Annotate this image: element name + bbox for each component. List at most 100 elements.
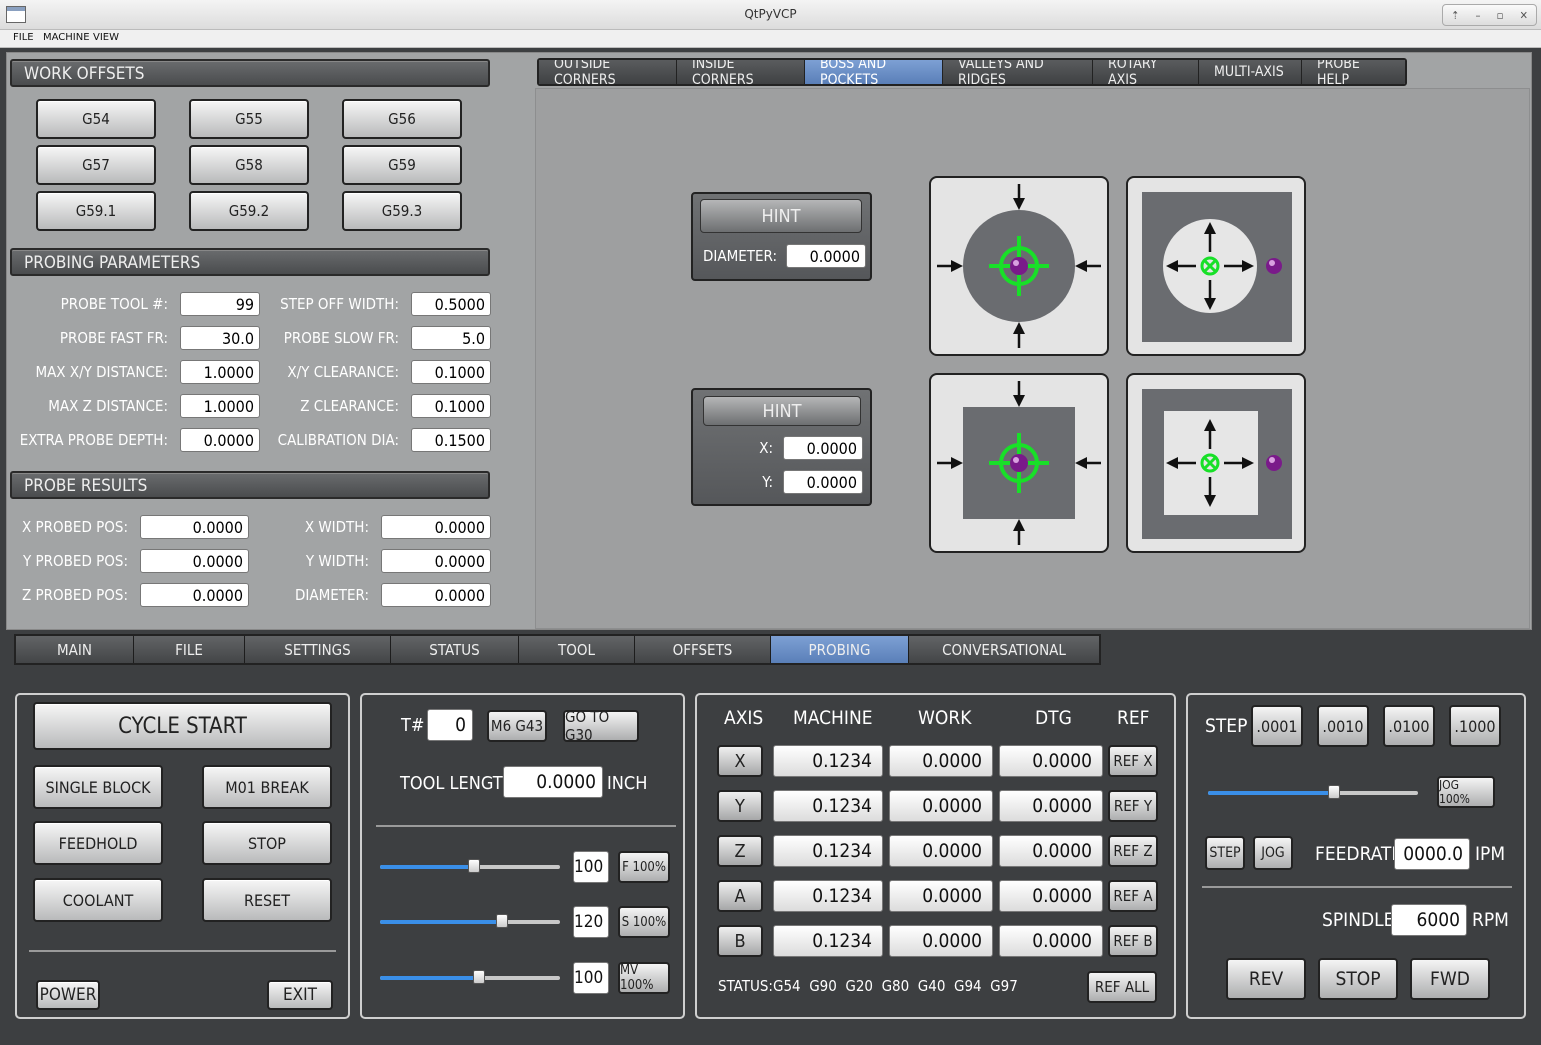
pocket-round-probe-button[interactable] (1126, 176, 1306, 356)
tab-file[interactable]: FILE (134, 636, 245, 663)
tab-tool[interactable]: TOOL (519, 636, 635, 663)
ref-b-button[interactable]: REF B (1108, 925, 1158, 957)
g56-button[interactable]: G56 (342, 99, 462, 139)
jog-speed-handle[interactable] (1328, 785, 1340, 799)
tab-conversational[interactable]: CONVERSATIONAL (909, 636, 1099, 663)
axis-b-button[interactable]: B (717, 925, 763, 957)
menu-machine[interactable]: MACHINE (43, 32, 90, 43)
diameter-field[interactable]: 0.0000 (381, 583, 491, 607)
pocket-rect-probe-button[interactable] (1126, 373, 1306, 553)
cycle-start-button[interactable]: CYCLE START (33, 702, 332, 750)
hint-y-field[interactable]: 0.0000 (783, 470, 863, 494)
g59-1-button[interactable]: G59.1 (36, 191, 156, 231)
axis-a-button[interactable]: A (717, 880, 763, 912)
coolant-button[interactable]: COOLANT (33, 878, 163, 922)
feed-override-handle[interactable] (468, 859, 480, 873)
y-probed-pos-field[interactable]: 0.0000 (140, 549, 249, 573)
power-button[interactable]: POWER (36, 980, 100, 1010)
spindle-stop-button[interactable]: STOP (1318, 958, 1398, 1000)
boss-rect-probe-button[interactable] (929, 373, 1109, 553)
probe-slow-fr-field[interactable]: 5.0 (411, 326, 491, 350)
spindle-override-handle[interactable] (496, 914, 508, 928)
exit-button[interactable]: EXIT (267, 980, 333, 1010)
ref-a-button[interactable]: REF A (1108, 880, 1158, 912)
step-mode-button[interactable]: STEP (1205, 836, 1245, 870)
max-velocity-handle[interactable] (473, 970, 485, 984)
tab-inside-corners[interactable]: INSIDE CORNERS (677, 60, 805, 84)
close-icon[interactable]: ✕ (1520, 9, 1528, 22)
y-width-field[interactable]: 0.0000 (381, 549, 491, 573)
menu-file[interactable]: FILE (13, 32, 34, 43)
jog-mode-button[interactable]: JOG (1253, 836, 1293, 870)
max-velocity-100-button[interactable]: MV 100% (618, 962, 670, 994)
max-z-distance-field[interactable]: 1.0000 (180, 394, 260, 418)
minimize-icon[interactable]: – (1476, 9, 1481, 22)
feed-override-slider[interactable] (380, 859, 560, 873)
axis-z-button[interactable]: Z (717, 835, 763, 867)
tab-boss-and-pockets[interactable]: BOSS AND POCKETS (805, 60, 943, 84)
spindle-fwd-button[interactable]: FWD (1410, 958, 1490, 1000)
menu-view[interactable]: VIEW (93, 32, 119, 43)
tab-status[interactable]: STATUS (391, 636, 519, 663)
g59-3-button[interactable]: G59.3 (342, 191, 462, 231)
tab-main[interactable]: MAIN (16, 636, 134, 663)
tab-outside-corners[interactable]: OUTSIDE CORNERS (539, 60, 677, 84)
ref-y-button[interactable]: REF Y (1108, 790, 1158, 822)
max-xy-distance-field[interactable]: 1.0000 (180, 360, 260, 384)
spindle-rpm-field[interactable]: 6000 (1391, 904, 1467, 936)
ref-all-button[interactable]: REF ALL (1087, 971, 1157, 1003)
hint-button[interactable]: HINT (700, 199, 862, 233)
g57-button[interactable]: G57 (36, 145, 156, 185)
g55-button[interactable]: G55 (189, 99, 309, 139)
max-velocity-slider[interactable] (380, 970, 560, 984)
g54-button[interactable]: G54 (36, 99, 156, 139)
tab-multi-axis[interactable]: MULTI-AXIS (1199, 60, 1302, 84)
probe-fast-fr-field[interactable]: 30.0 (180, 326, 260, 350)
tab-rotary-axis[interactable]: ROTARY AXIS (1093, 60, 1199, 84)
tab-probe-help[interactable]: PROBE HELP (1302, 60, 1405, 84)
jog-speed-slider[interactable] (1208, 785, 1418, 799)
x-width-field[interactable]: 0.0000 (381, 515, 491, 539)
g59-button[interactable]: G59 (342, 145, 462, 185)
x-probed-pos-field[interactable]: 0.0000 (140, 515, 249, 539)
xy-clearance-field[interactable]: 0.1000 (411, 360, 491, 384)
spindle-100-button[interactable]: S 100% (618, 906, 670, 938)
go-to-g30-button[interactable]: GO TO G30 (563, 708, 639, 744)
tab-settings[interactable]: SETTINGS (245, 636, 391, 663)
tab-offsets[interactable]: OFFSETS (635, 636, 771, 663)
reset-button[interactable]: RESET (202, 878, 332, 922)
probe-tool-field[interactable]: 99 (180, 292, 260, 316)
spindle-override-slider[interactable] (380, 914, 560, 928)
feed-100-button[interactable]: F 100% (618, 851, 670, 883)
axis-y-button[interactable]: Y (717, 790, 763, 822)
step-1000-button[interactable]: .1000 (1449, 705, 1501, 747)
feedrate-field[interactable]: 0000.0 (1394, 838, 1470, 870)
shade-icon[interactable]: ⇡ (1451, 9, 1459, 22)
single-block-button[interactable]: SINGLE BLOCK (33, 765, 163, 809)
z-clearance-field[interactable]: 0.1000 (411, 394, 491, 418)
jog-100-button[interactable]: JOG 100% (1437, 776, 1495, 808)
step-off-width-field[interactable]: 0.5000 (411, 292, 491, 316)
hint-button-2[interactable]: HINT (703, 396, 861, 426)
tool-number-field[interactable]: 0 (427, 709, 473, 741)
hint-x-field[interactable]: 0.0000 (783, 436, 863, 460)
ref-x-button[interactable]: REF X (1108, 745, 1158, 777)
extra-probe-depth-field[interactable]: 0.0000 (180, 428, 260, 452)
g59-2-button[interactable]: G59.2 (189, 191, 309, 231)
calibration-dia-field[interactable]: 0.1500 (411, 428, 491, 452)
m6-g43-button[interactable]: M6 G43 (487, 710, 547, 742)
z-probed-pos-field[interactable]: 0.0000 (140, 583, 249, 607)
hint-diameter-field[interactable]: 0.0000 (786, 244, 866, 268)
spindle-rev-button[interactable]: REV (1226, 958, 1306, 1000)
axis-x-button[interactable]: X (717, 745, 763, 777)
step-0001-button[interactable]: .0001 (1251, 705, 1303, 747)
feedhold-button[interactable]: FEEDHOLD (33, 821, 163, 865)
tab-probing[interactable]: PROBING (771, 636, 909, 663)
ref-z-button[interactable]: REF Z (1108, 835, 1158, 867)
step-0010-button[interactable]: .0010 (1317, 705, 1369, 747)
boss-round-probe-button[interactable] (929, 176, 1109, 356)
g58-button[interactable]: G58 (189, 145, 309, 185)
m01-break-button[interactable]: M01 BREAK (202, 765, 332, 809)
maximize-icon[interactable]: ▫ (1497, 9, 1504, 22)
stop-button[interactable]: STOP (202, 821, 332, 865)
